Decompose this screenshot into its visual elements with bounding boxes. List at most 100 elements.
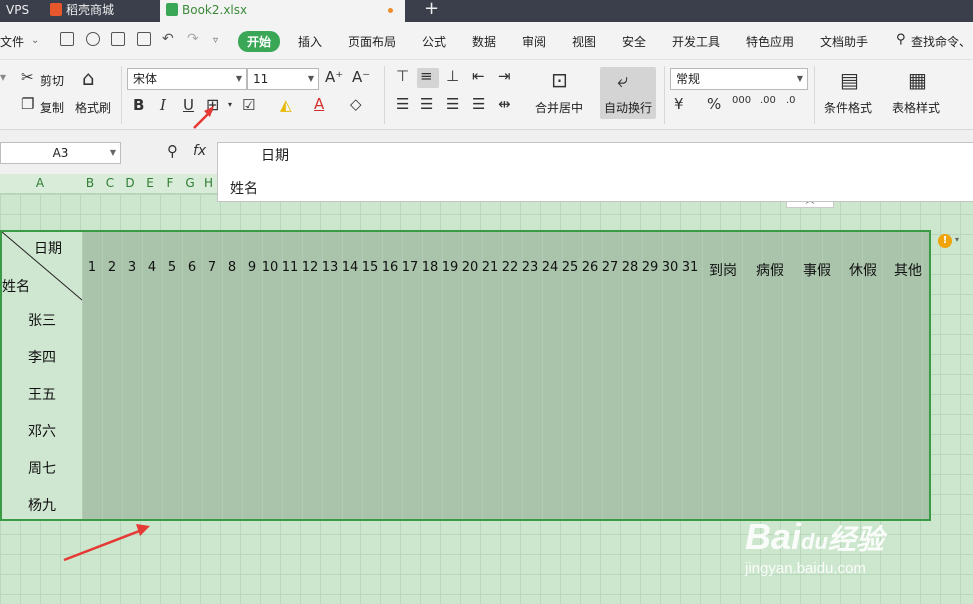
menu-data[interactable]: 数据 [472, 33, 496, 50]
diag-header-date: 日期 [34, 241, 62, 257]
day-header: 18 [421, 260, 439, 275]
font-color-icon[interactable]: A [314, 95, 324, 113]
day-header: 5 [167, 260, 177, 275]
chevron-down-icon[interactable]: ▾ [955, 235, 959, 244]
justify-icon[interactable]: ☰ [472, 95, 485, 113]
undo-icon[interactable]: ↶ [162, 31, 174, 47]
save-icon[interactable] [60, 32, 74, 46]
selected-range[interactable]: 日期 姓名 1 2 3 4 5 6 7 8 9 10 11 12 13 14 15 16 17 18 19 20 21 2… [0, 230, 931, 521]
brush-icon[interactable]: ⌂ [82, 66, 95, 90]
tab-daoke[interactable]: 稻壳商城 [44, 0, 156, 22]
increase-decimal-icon[interactable]: .00 [760, 95, 776, 106]
paste-dropdown-icon[interactable]: ▾ [0, 70, 6, 84]
menu-review[interactable]: 审阅 [522, 33, 546, 50]
column-header-b[interactable]: B [80, 176, 100, 190]
percent-button[interactable]: % [707, 95, 721, 113]
menu-page-layout[interactable]: 页面布局 [348, 33, 396, 50]
menu-start[interactable]: 开始 [238, 31, 281, 52]
merge-center-button[interactable]: 合并居中 [535, 99, 583, 116]
error-warning-icon[interactable]: ! [938, 234, 952, 248]
bold-button[interactable]: B [133, 96, 144, 114]
tab-book2[interactable]: Book2.xlsx [160, 0, 405, 22]
eraser-icon[interactable]: ◇ [350, 95, 362, 113]
scissors-icon[interactable]: ✂ [21, 68, 34, 86]
menu-insert[interactable]: 插入 [298, 33, 322, 50]
new-tab-button[interactable]: + [418, 0, 448, 22]
font-name-select[interactable]: 宋体 ▼ [127, 68, 247, 90]
copy-icon[interactable]: ❐ [21, 95, 34, 113]
plus-icon: + [424, 0, 440, 19]
summary-header: 事假 [803, 263, 831, 279]
selected-area-fill [82, 232, 929, 519]
thousands-icon[interactable]: 000 [732, 95, 751, 106]
font-grow-icon[interactable]: A⁺ [325, 68, 343, 86]
distributed-icon[interactable]: ⇹ [498, 95, 511, 113]
summary-header: 病假 [756, 263, 784, 279]
menu-special-apps[interactable]: 特色应用 [746, 33, 794, 50]
ribbon-toolbar: ▾ ✂ 剪切 ❐ 复制 ⌂ 格式刷 宋体 ▼ 11 ▼ A⁺ A⁻ B I U ⊞ … [0, 60, 973, 130]
font-shrink-icon[interactable]: A⁻ [352, 68, 370, 86]
quick-access-dropdown-icon[interactable]: ▿ [213, 35, 218, 46]
decrease-decimal-icon[interactable]: .0 [786, 95, 796, 106]
column-header-f[interactable]: F [160, 176, 180, 190]
formula-bar: A3 ▼ ⚲ fx 日期 姓名 [0, 130, 973, 202]
print-icon[interactable] [111, 32, 125, 46]
menu-developer[interactable]: 开发工具 [672, 33, 720, 50]
day-header: 29 [641, 260, 659, 275]
menu-security[interactable]: 安全 [622, 33, 646, 50]
conditional-format-button[interactable]: 条件格式 [824, 99, 872, 116]
name-box[interactable]: A3 ▼ [0, 142, 121, 164]
column-header-h[interactable]: H [200, 176, 217, 190]
merge-cells-icon[interactable]: ⊡ [551, 68, 568, 92]
conditional-format-icon[interactable]: ▤ [840, 68, 859, 92]
column-header-c[interactable]: C [100, 176, 120, 190]
name-cell: 周七 [28, 461, 56, 477]
format-painter-button[interactable]: 格式刷 [75, 99, 111, 116]
menu-view[interactable]: 视图 [572, 33, 596, 50]
fx-icon[interactable]: fx [193, 143, 206, 159]
redo-icon[interactable]: ↷ [187, 31, 199, 47]
command-search[interactable]: 查找命令、 [911, 33, 971, 50]
name-cell: 邓六 [28, 424, 56, 440]
number-format-select[interactable]: 常规 ▼ [670, 68, 808, 90]
file-menu[interactable]: 文件 [0, 33, 24, 50]
column-header-g[interactable]: G [180, 176, 200, 190]
wrap-text-icon: ⤶ [617, 68, 629, 92]
underline-button[interactable]: U [183, 96, 194, 114]
export-icon[interactable] [86, 32, 100, 46]
zoom-search-icon[interactable]: ⚲ [167, 142, 178, 160]
cell-format-icon[interactable]: ☑ [242, 96, 255, 114]
table-style-button[interactable]: 表格样式 [892, 99, 940, 116]
chevron-down-icon[interactable]: ⌄ [31, 35, 39, 46]
fill-color-icon[interactable]: ◭ [280, 96, 292, 114]
copy-button[interactable]: 复制 [40, 99, 64, 116]
cut-button[interactable]: 剪切 [40, 72, 64, 89]
align-top-icon[interactable]: ⊤ [396, 67, 409, 85]
table-style-icon[interactable]: ▦ [908, 68, 927, 92]
day-header: 13 [321, 260, 339, 275]
align-left-icon[interactable]: ☰ [396, 95, 409, 113]
indent-decrease-icon[interactable]: ⇤ [472, 67, 485, 85]
print-preview-icon[interactable] [137, 32, 151, 46]
summary-header: 休假 [849, 263, 877, 279]
align-center-icon[interactable]: ☰ [420, 95, 433, 113]
italic-button[interactable]: I [160, 96, 166, 114]
currency-icon[interactable]: ¥ [674, 95, 684, 113]
name-cell: 李四 [28, 350, 56, 366]
tab-bar: VPS 稻壳商城 Book2.xlsx + [0, 0, 973, 22]
unsaved-dot-icon [388, 8, 393, 13]
font-size-select[interactable]: 11 ▼ [247, 68, 319, 90]
search-icon[interactable]: ⚲ [896, 32, 906, 47]
chevron-down-icon[interactable]: ▾ [228, 100, 232, 109]
formula-input[interactable]: 日期 姓名 [217, 142, 973, 202]
tab-wps[interactable]: VPS [0, 0, 40, 22]
menu-formulas[interactable]: 公式 [422, 33, 446, 50]
day-header: 3 [127, 260, 137, 275]
align-right-icon[interactable]: ☰ [446, 95, 459, 113]
indent-increase-icon[interactable]: ⇥ [498, 67, 511, 85]
column-header-d[interactable]: D [120, 176, 140, 190]
column-header-e[interactable]: E [140, 176, 160, 190]
align-bottom-icon[interactable]: ⊥ [446, 67, 459, 85]
menu-doc-assistant[interactable]: 文档助手 [820, 33, 868, 50]
column-header-a[interactable]: A [0, 176, 80, 190]
